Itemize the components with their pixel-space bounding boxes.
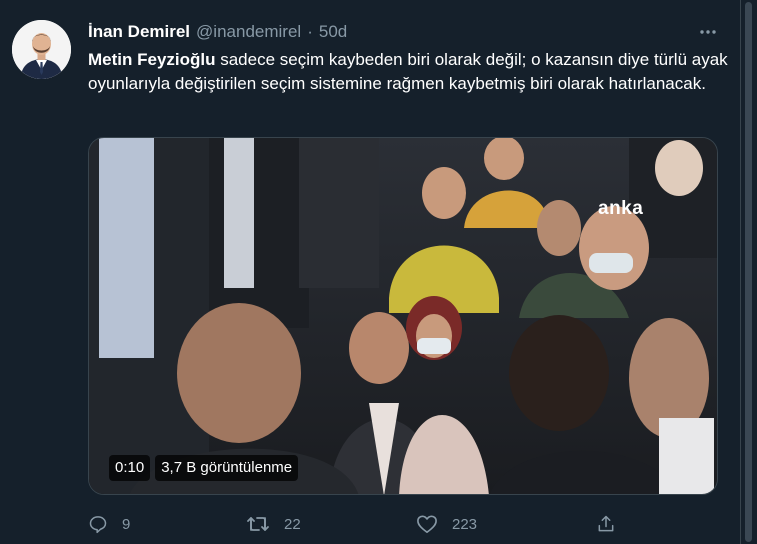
video-watermark: anka [598, 198, 644, 219]
tweet-actions: 9 22 223 [88, 508, 648, 540]
like-count: 223 [452, 515, 478, 533]
like-button[interactable]: 223 [416, 508, 477, 540]
share-button[interactable] [596, 508, 630, 540]
more-icon[interactable] [694, 18, 722, 46]
video-views: 3,7 B görüntülenme [155, 455, 299, 481]
tweet-text: Metin Feyzioğlu sadece seçim kaybeden bi… [88, 48, 728, 96]
scrollbar[interactable] [740, 0, 757, 544]
video-duration: 0:10 [109, 455, 151, 481]
video-frame [89, 138, 717, 494]
author-name[interactable]: İnan Demirel [88, 22, 190, 42]
retweet-button[interactable]: 22 [246, 508, 301, 540]
video-info-badge: 0:10 3,7 B görüntülenme [109, 455, 299, 481]
reply-count: 9 [122, 515, 131, 533]
author-handle[interactable]: @inandemirel [196, 22, 301, 42]
scrollbar-thumb[interactable] [745, 2, 752, 542]
retweet-count: 22 [284, 515, 301, 533]
tweet-header: İnan Demirel @inandemirel · 50d [88, 20, 347, 44]
reply-icon [89, 516, 107, 534]
retweet-icon [247, 517, 269, 531]
avatar[interactable] [12, 20, 71, 79]
mention-bold: Metin Feyzioğlu [88, 50, 216, 69]
reply-button[interactable]: 9 [88, 508, 130, 540]
tweet-time[interactable]: 50d [319, 22, 347, 42]
tweet-card[interactable]: İnan Demirel @inandemirel · 50d Metin Fe… [0, 0, 741, 544]
share-icon [598, 515, 614, 532]
heart-icon [417, 515, 437, 533]
video-player[interactable]: anka 0:10 3,7 B görüntülenme [88, 137, 718, 495]
separator-dot: · [307, 22, 313, 41]
